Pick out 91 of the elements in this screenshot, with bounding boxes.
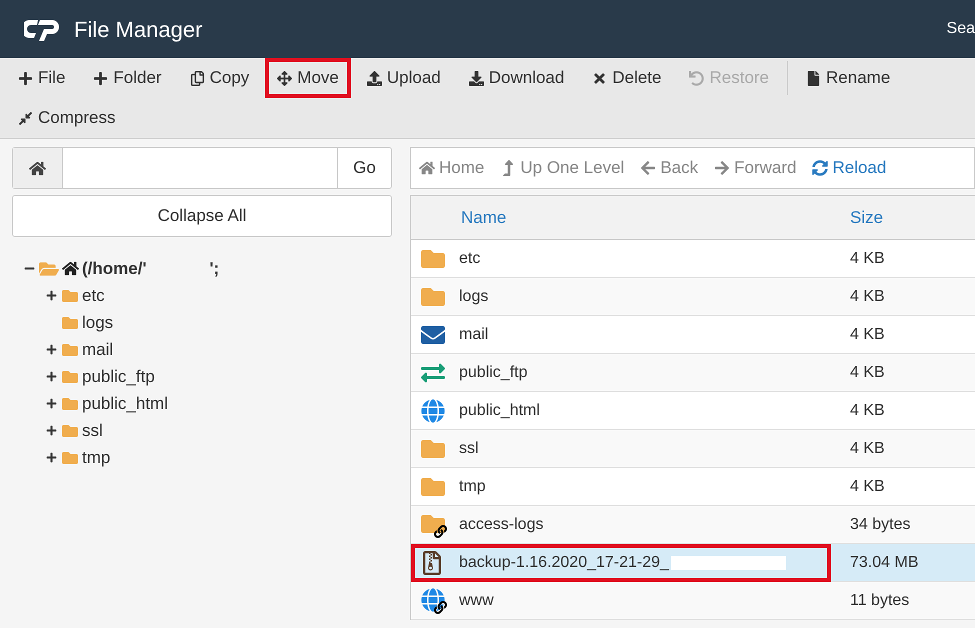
- plus-icon: [18, 70, 33, 86]
- toolbar-button[interactable]: Rename: [794, 58, 902, 98]
- file-name: etc: [459, 248, 480, 268]
- toolbar-button[interactable]: Copy: [178, 58, 262, 98]
- archive-file-icon: [421, 550, 443, 574]
- file-name: logs: [459, 286, 488, 306]
- toolbar-button[interactable]: Compress: [6, 98, 128, 138]
- app-title: File Manager: [74, 16, 202, 44]
- left-arrow-icon: [640, 160, 656, 176]
- file-row[interactable]: backup-1.16.2020_17-21-29_ 73.04 MB: [411, 544, 975, 582]
- file-name: public_ftp: [459, 362, 528, 382]
- tree-item[interactable]: public_ftp: [82, 364, 155, 390]
- folder-icon: [61, 450, 79, 466]
- toolbar-button[interactable]: Download: [456, 58, 576, 98]
- file-name: backup-1.16.2020_17-21-29_: [459, 552, 669, 572]
- file-name: access-logs: [459, 514, 544, 534]
- expand-icon[interactable]: [46, 371, 57, 382]
- file-size: 4 KB: [850, 438, 885, 458]
- file-size: 4 KB: [850, 286, 885, 306]
- home-icon: [419, 160, 435, 176]
- home-icon: [29, 160, 46, 176]
- file-size: 11 bytes: [850, 590, 910, 610]
- tree-item[interactable]: ssl: [82, 418, 103, 444]
- file-name: public_html: [459, 400, 540, 420]
- close-icon: [592, 70, 608, 86]
- tree-item[interactable]: (/home/': [82, 256, 146, 282]
- collapse-all-button[interactable]: Collapse All: [12, 195, 392, 237]
- tree-item[interactable]: etc: [82, 282, 105, 308]
- file-row[interactable]: logs 4 KB: [411, 278, 975, 316]
- expand-icon[interactable]: [46, 425, 57, 436]
- nav-button[interactable]: Up One Level: [500, 155, 624, 181]
- toolbar-button[interactable]: Delete: [580, 58, 674, 98]
- plus-icon: [93, 70, 108, 86]
- home-icon: [62, 260, 79, 277]
- folder-icon: [61, 342, 79, 358]
- file-row[interactable]: ssl 4 KB: [411, 430, 975, 468]
- folder-icon: [61, 422, 79, 438]
- file-size: 4 KB: [850, 362, 885, 382]
- tree-item[interactable]: public_html: [82, 390, 168, 416]
- file-name: mail: [459, 324, 488, 344]
- folder-icon: [61, 368, 79, 384]
- toolbar-button[interactable]: Move: [265, 58, 351, 98]
- undo-icon: [689, 70, 704, 86]
- folder-icon: [61, 314, 79, 330]
- file-size: 4 KB: [850, 400, 885, 420]
- compress-icon: [18, 110, 33, 126]
- exchange-icon: [421, 360, 445, 384]
- toolbar-button[interactable]: Folder: [81, 58, 174, 98]
- file-row[interactable]: access-logs 34 bytes: [411, 506, 975, 544]
- file-size: 73.04 MB: [850, 552, 918, 572]
- file-size: 4 KB: [850, 324, 885, 344]
- tree-item[interactable]: logs: [82, 310, 114, 336]
- go-button[interactable]: Go: [337, 148, 391, 188]
- nav-button[interactable]: Home: [419, 155, 484, 181]
- toolbar-button[interactable]: Upload: [354, 58, 453, 98]
- globe-link-icon: [421, 588, 447, 614]
- column-header[interactable]: Size: [850, 204, 884, 230]
- file-icon: [806, 70, 822, 86]
- file-name: www: [459, 590, 494, 610]
- search-label: Sea: [946, 19, 975, 39]
- folder-icon: [61, 288, 79, 304]
- move-icon: [277, 70, 292, 86]
- globe-icon: [421, 398, 445, 422]
- nav-button[interactable]: Forward: [714, 155, 796, 181]
- tree-item[interactable]: mail: [82, 336, 114, 362]
- expand-icon[interactable]: [46, 344, 57, 355]
- file-name: tmp: [459, 476, 486, 496]
- expand-icon[interactable]: [46, 398, 57, 409]
- folder-icon: [61, 396, 79, 412]
- reload-icon: [812, 160, 828, 176]
- file-name: ssl: [459, 438, 479, 458]
- tree-item-suffix: ';: [210, 258, 220, 280]
- file-size: 4 KB: [850, 476, 885, 496]
- expand-icon[interactable]: [46, 290, 57, 301]
- upload-icon: [366, 70, 382, 86]
- file-row[interactable]: www 11 bytes: [411, 582, 975, 620]
- column-header[interactable]: Name: [461, 204, 850, 230]
- file-size: 34 bytes: [850, 514, 910, 534]
- expand-icon[interactable]: [46, 452, 57, 463]
- right-arrow-icon: [714, 160, 730, 176]
- file-size: 4 KB: [850, 248, 885, 268]
- nav-button[interactable]: Reload: [812, 155, 886, 181]
- toolbar-button[interactable]: File: [6, 58, 78, 98]
- open-folder-icon: [39, 260, 59, 278]
- file-row[interactable]: public_ftp 4 KB: [411, 354, 975, 392]
- download-icon: [468, 70, 484, 86]
- copy-icon: [190, 70, 205, 86]
- tree-item[interactable]: tmp: [82, 444, 110, 470]
- nav-button[interactable]: Back: [640, 155, 698, 181]
- home-button[interactable]: [13, 148, 63, 188]
- logo-icon: [24, 17, 62, 41]
